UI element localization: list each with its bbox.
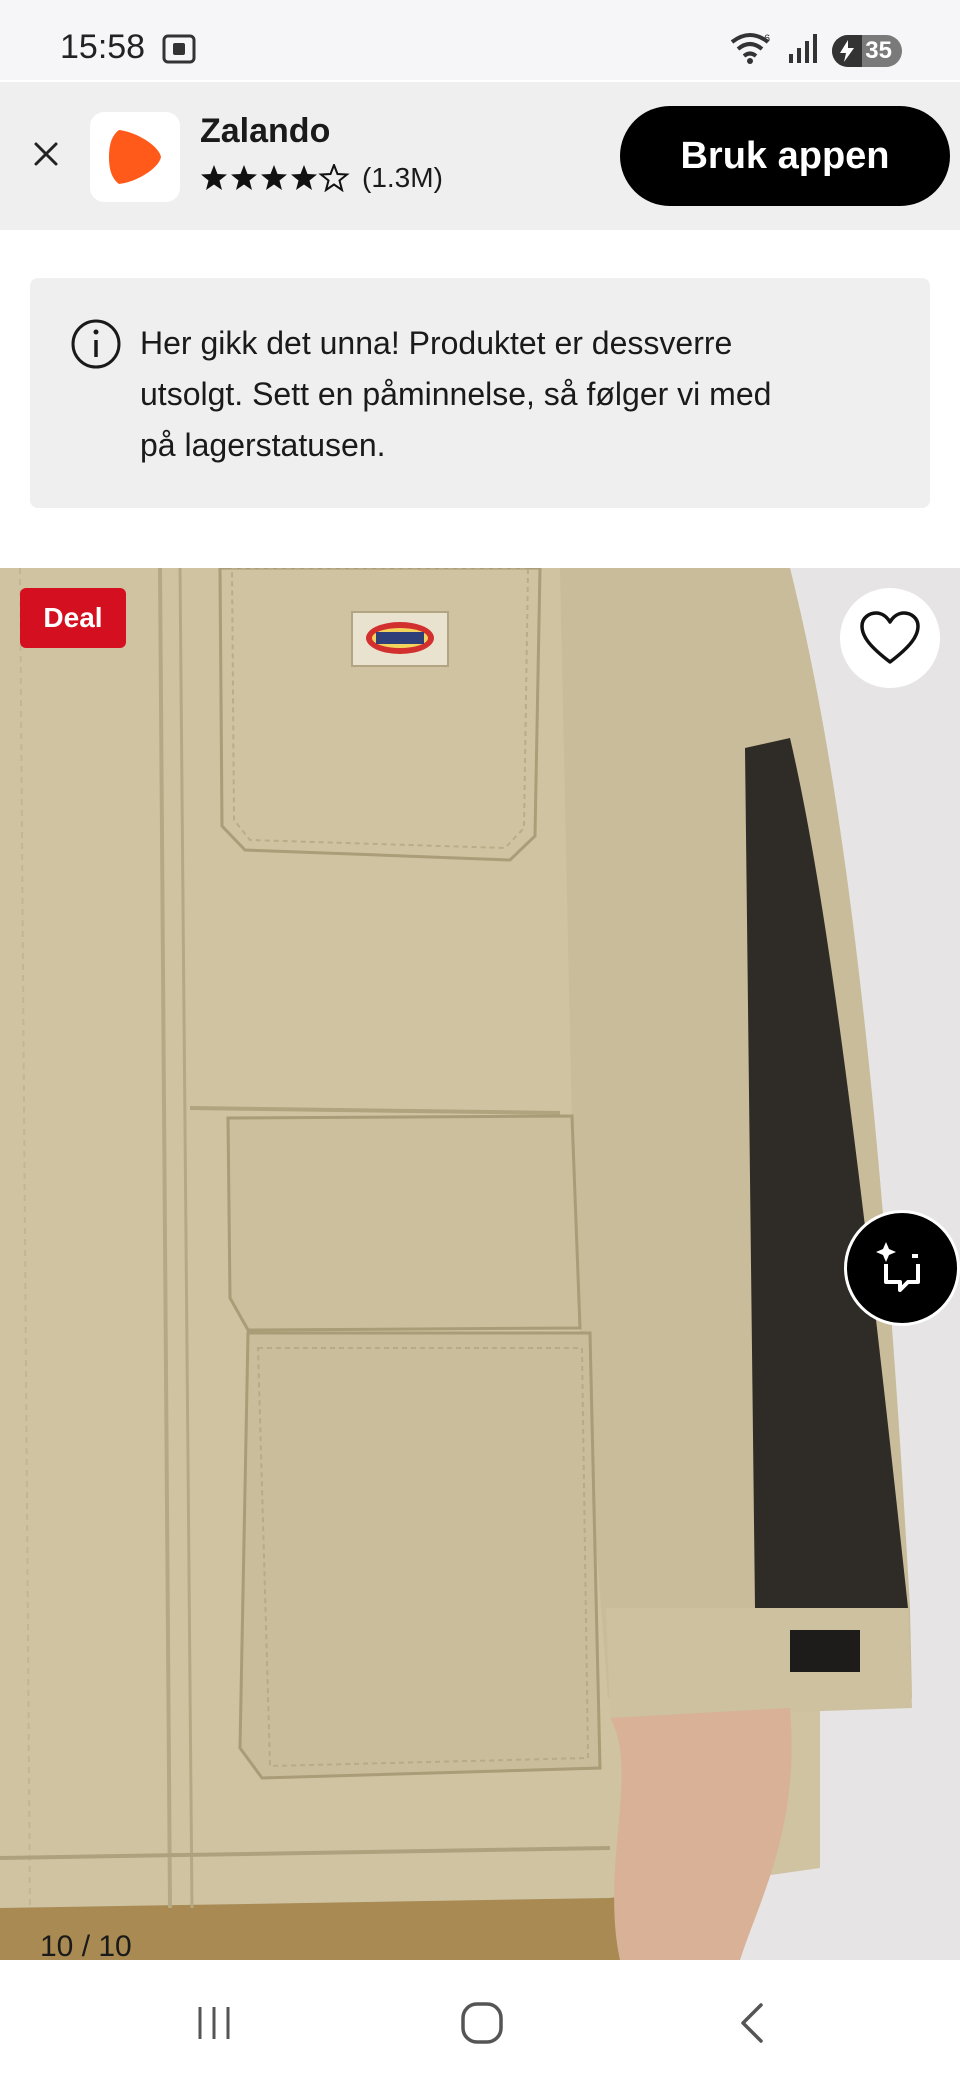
screen-capture-icon	[162, 34, 196, 69]
find-similar-button[interactable]	[844, 1210, 960, 1326]
notice-line: på lagerstatusen.	[140, 427, 386, 463]
battery-level: 35	[865, 36, 892, 64]
close-icon[interactable]	[28, 136, 64, 172]
sparkle-crop-icon	[876, 1242, 920, 1292]
status-time: 15:58	[60, 28, 146, 66]
product-image[interactable]: Deal 10 / 10	[0, 568, 960, 1960]
battery-charging-icon: 35	[832, 34, 902, 67]
wifi-icon: 6	[730, 32, 774, 69]
image-counter: 10 / 10	[40, 1930, 132, 1960]
svg-text:6: 6	[764, 33, 770, 45]
heart-icon	[860, 611, 920, 664]
rating-stars	[200, 164, 350, 192]
wishlist-button[interactable]	[840, 588, 940, 688]
open-app-button[interactable]: Bruk appen	[620, 106, 950, 206]
deal-badge: Deal	[20, 588, 126, 648]
notice-line: utsolgt. Sett en påminnelse, så følger v…	[140, 376, 772, 412]
app-name: Zalando	[200, 112, 331, 150]
zalando-logo	[90, 112, 180, 202]
notice-text: Her gikk det unna! Produktet er dessverr…	[140, 318, 890, 471]
info-icon	[70, 318, 122, 375]
status-bar: 15:58 6 35	[0, 0, 960, 80]
back-icon[interactable]	[722, 1998, 782, 2048]
jacket-photo	[0, 568, 960, 1960]
app-rating: (1.3M)	[200, 162, 443, 194]
status-icons: 6 35	[730, 32, 902, 69]
home-icon[interactable]	[452, 1998, 512, 2048]
rating-count: (1.3M)	[362, 162, 443, 193]
notice-line: Her gikk det unna! Produktet er dessverr…	[140, 325, 733, 361]
app-install-banner: Zalando (1.3M) Bruk appen	[0, 82, 960, 230]
recent-apps-icon[interactable]	[184, 1998, 244, 2048]
sold-out-notice: Her gikk det unna! Produktet er dessverr…	[30, 278, 930, 508]
system-nav-bar	[0, 1960, 960, 2080]
signal-icon	[788, 32, 818, 69]
